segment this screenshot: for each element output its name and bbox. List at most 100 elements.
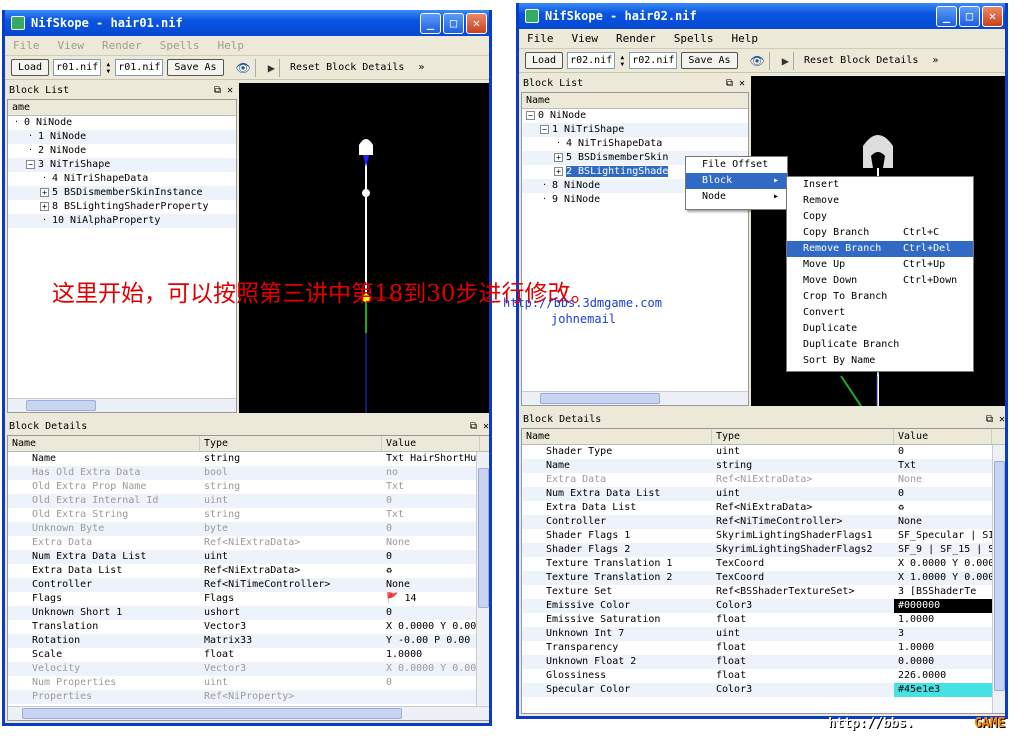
cell-value[interactable]: 3 [BSShaderTe <box>894 585 994 599</box>
cell-value[interactable]: X 0.0000 Y 0.000 <box>894 557 994 571</box>
3d-viewport[interactable] <box>239 83 489 413</box>
save-as-button[interactable]: Save As <box>681 52 738 69</box>
table-row[interactable]: Controller Ref<NiTimeController> None <box>522 515 1005 529</box>
table-row[interactable]: Emissive Color Color3 #000000 <box>522 599 1005 613</box>
scroll-thumb[interactable] <box>22 708 402 719</box>
menu-file[interactable]: File <box>13 39 40 52</box>
tree-node[interactable]: · 2 NiNode <box>8 144 236 158</box>
table-row[interactable]: Shader Flags 1 SkyrimLightingShaderFlags1… <box>522 529 1005 543</box>
table-row[interactable]: Unknown Int 7 uint 3 <box>522 627 1005 641</box>
menu-item-move-up[interactable]: Move Up Ctrl+Up <box>787 257 973 273</box>
cell-value[interactable]: None <box>382 536 482 550</box>
load-button[interactable]: Load <box>11 59 50 76</box>
table-row[interactable]: Flags Flags 🚩 14 <box>8 592 489 606</box>
vertical-scrollbar[interactable] <box>992 445 1005 713</box>
table-row[interactable]: Texture Set Ref<BSShaderTextureSet> 3 [BSS… <box>522 585 1005 599</box>
tree-node[interactable]: −0 NiNode <box>522 109 748 123</box>
table-row[interactable]: Old Extra String string Txt <box>8 508 489 522</box>
toolbar-overflow-icon[interactable]: » <box>932 55 938 66</box>
tree-node[interactable]: −3 NiTriShape <box>8 158 236 172</box>
tree-node[interactable]: · 4 NiTriShapeData <box>8 172 236 186</box>
scroll-thumb[interactable] <box>26 400 96 411</box>
table-row[interactable]: Glossiness float 226.0000 <box>522 669 1005 683</box>
table-row[interactable]: Rotation Matrix33 Y -0.00 P 0.00 <box>8 634 489 648</box>
expand-icon[interactable]: + <box>40 187 49 197</box>
cell-value[interactable]: no <box>382 466 482 480</box>
cell-value[interactable]: 0 <box>894 487 994 501</box>
menu-item-duplicate-branch[interactable]: Duplicate Branch <box>787 337 973 353</box>
table-row[interactable]: Shader Flags 2 SkyrimLightingShaderFlags2… <box>522 543 1005 557</box>
reset-block-details-button[interactable]: Reset Block Details <box>804 55 918 66</box>
eye-icon[interactable]: 👁 <box>750 54 765 68</box>
cell-value[interactable]: 0 <box>382 550 482 564</box>
save-path-field[interactable]: r01.nif <box>115 59 164 76</box>
maximize-button[interactable]: □ <box>959 6 980 27</box>
save-path-field[interactable]: r02.nif <box>629 52 678 69</box>
minimize-button[interactable]: _ <box>936 6 957 27</box>
menu-spells[interactable]: Spells <box>674 32 714 45</box>
block-list-column-header[interactable]: ame <box>8 100 236 116</box>
table-row[interactable]: Unknown Byte byte 0 <box>8 522 489 536</box>
cell-value[interactable]: 0 <box>382 606 482 620</box>
play-icon[interactable]: ▶ <box>268 61 275 75</box>
cell-value[interactable]: Txt <box>382 508 482 522</box>
menu-view[interactable]: View <box>572 32 599 45</box>
menu-help[interactable]: Help <box>218 39 245 52</box>
cell-value[interactable]: #000000 <box>894 599 994 613</box>
col-name[interactable]: Name <box>522 429 712 444</box>
scroll-thumb[interactable] <box>994 461 1005 691</box>
table-row[interactable]: Unknown Short 1 ushort 0 <box>8 606 489 620</box>
minimize-button[interactable]: _ <box>420 13 441 34</box>
table-row[interactable]: Scale float 1.0000 <box>8 648 489 662</box>
table-row[interactable]: Num Properties uint 0 <box>8 676 489 690</box>
cell-value[interactable]: X 0.0000 Y 0.00 <box>382 620 482 634</box>
cell-value[interactable]: SF_Specular | SI <box>894 529 994 543</box>
table-row[interactable]: Texture Translation 1 TexCoord X 0.0000 Y … <box>522 557 1005 571</box>
menu-item-copy[interactable]: Copy <box>787 209 973 225</box>
eye-icon[interactable]: 👁 <box>236 61 251 75</box>
cell-value[interactable]: Y -0.00 P 0.00 <box>382 634 482 648</box>
scroll-thumb[interactable] <box>540 393 660 404</box>
table-row[interactable]: Velocity Vector3 X 0.0000 Y 0.00 <box>8 662 489 676</box>
table-row[interactable]: Old Extra Internal Id uint 0 <box>8 494 489 508</box>
menu-item-remove-branch[interactable]: Remove Branch Ctrl+Del <box>787 241 973 257</box>
collapse-icon[interactable]: − <box>26 159 35 169</box>
horizontal-scrollbar[interactable] <box>522 391 748 405</box>
cell-value[interactable]: None <box>894 515 994 529</box>
table-row[interactable]: Shader Type uint 0 <box>522 445 1005 459</box>
table-row[interactable]: Texture Translation 2 TexCoord X 1.0000 Y … <box>522 571 1005 585</box>
cell-value[interactable]: 0 <box>382 522 482 536</box>
table-row[interactable]: Extra Data Ref<NiExtraData> None <box>522 473 1005 487</box>
table-row[interactable]: Extra Data Ref<NiExtraData> None <box>8 536 489 550</box>
cell-value[interactable]: 1.0000 <box>894 641 994 655</box>
titlebar[interactable]: NifSkope - hair01.nif _ □ ✕ <box>5 10 489 36</box>
tree-node[interactable]: −1 NiTriShape <box>522 123 748 137</box>
table-row[interactable]: Num Extra Data List uint 0 <box>8 550 489 564</box>
table-row[interactable]: Specular Color Color3 #45e1e3 <box>522 683 1005 697</box>
dock-float-close-icon[interactable]: ⧉ ✕ <box>470 421 489 432</box>
cell-value[interactable]: ♻ <box>894 501 994 515</box>
cell-value[interactable]: Txt HairShortHum <box>382 452 482 466</box>
expand-icon[interactable]: + <box>554 166 563 176</box>
col-name[interactable]: Name <box>8 436 200 451</box>
cell-value[interactable]: 0 <box>382 494 482 508</box>
col-value[interactable]: Value <box>894 429 992 444</box>
tree-node[interactable]: · 0 NiNode <box>8 116 236 130</box>
dock-float-close-icon[interactable]: ⧉ ✕ <box>726 78 745 89</box>
cell-value[interactable]: Txt <box>894 459 994 473</box>
load-button[interactable]: Load <box>525 52 564 69</box>
col-type[interactable]: Type <box>712 429 894 444</box>
col-value[interactable]: Value <box>382 436 480 451</box>
cell-value[interactable]: Txt <box>382 480 482 494</box>
table-row[interactable]: Name string Txt HairShortHum <box>8 452 489 466</box>
toolbar-overflow-icon[interactable]: » <box>418 62 424 73</box>
cell-value[interactable]: 0 <box>894 445 994 459</box>
menu-item-move-down[interactable]: Move Down Ctrl+Down <box>787 273 973 289</box>
load-path-field[interactable]: r02.nif <box>567 52 616 69</box>
tree-node[interactable]: · 4 NiTriShapeData <box>522 137 748 151</box>
menu-item-node[interactable]: Node ▸ <box>686 189 787 205</box>
col-type[interactable]: Type <box>200 436 382 451</box>
table-row[interactable]: Old Extra Prop Name string Txt <box>8 480 489 494</box>
cell-value[interactable]: 0 <box>382 676 482 690</box>
block-list-column-header[interactable]: Name <box>522 93 748 109</box>
